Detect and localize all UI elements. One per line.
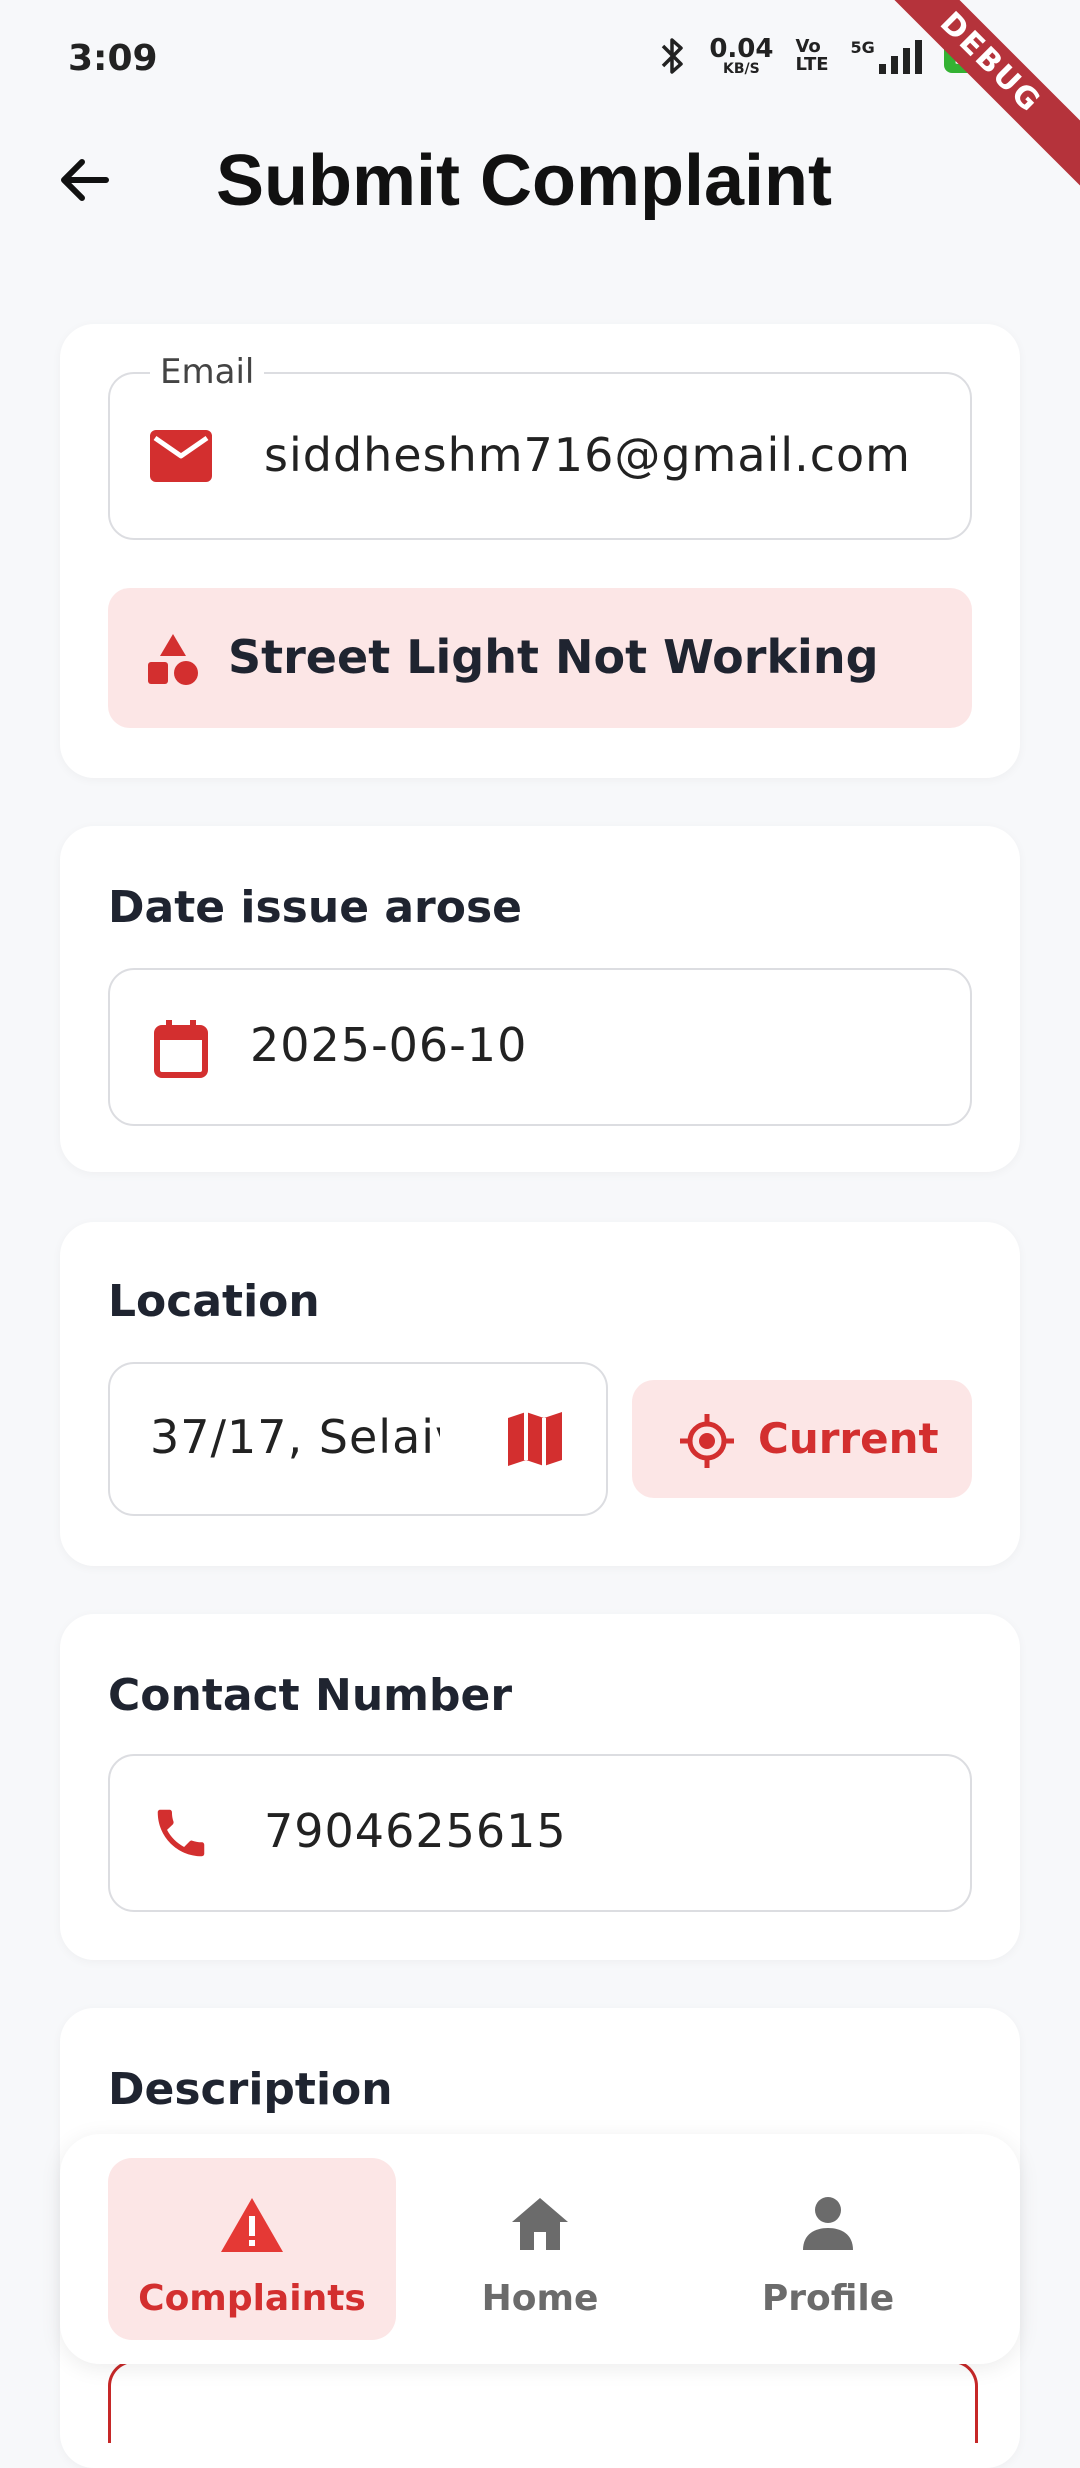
email-field-label: Email	[150, 352, 265, 392]
bottom-nav: Complaints Home Profile	[60, 2134, 1020, 2364]
warning-icon	[221, 2198, 283, 2252]
email-card: Email siddheshm716@gmail.com Street Ligh…	[60, 324, 1020, 778]
status-bar: 3:09 0.04 KB/S Vo LTE 5G 39 DEBUG	[0, 0, 1080, 193]
description-input[interactable]	[108, 2360, 978, 2443]
arrow-left-icon[interactable]	[52, 148, 116, 212]
signal-icon: 5G	[851, 38, 922, 74]
email-field[interactable]: Email siddheshm716@gmail.com	[108, 352, 972, 540]
date-field[interactable]: 2025-06-10	[108, 968, 972, 1126]
current-button-label: Current	[758, 1414, 939, 1463]
email-value: siddheshm716@gmail.com	[264, 428, 911, 482]
nav-item-complaints[interactable]: Complaints	[108, 2158, 396, 2340]
description-label: Description	[108, 2064, 393, 2115]
network-speed: 0.04 KB/S	[709, 34, 774, 77]
my-location-icon	[680, 1414, 734, 1468]
location-input[interactable]: 37/17, Selaiva	[108, 1362, 608, 1516]
calendar-icon	[154, 1020, 208, 1078]
date-label: Date issue arose	[108, 882, 523, 933]
phone-icon	[157, 1809, 205, 1857]
date-value: 2025-06-10	[250, 1018, 528, 1072]
contact-label: Contact Number	[108, 1670, 513, 1721]
nav-label-home: Home	[481, 2278, 599, 2319]
status-time: 3:09	[68, 38, 158, 79]
location-card: Location 37/17, Selaiva Current	[60, 1222, 1020, 1566]
person-icon	[803, 2197, 853, 2250]
map-icon[interactable]	[506, 1410, 564, 1468]
contact-card: Contact Number 7904625615	[60, 1614, 1020, 1960]
location-value: 37/17, Selaiva	[150, 1410, 440, 1464]
contact-field[interactable]: 7904625615	[108, 1754, 972, 1912]
category-chip[interactable]: Street Light Not Working	[108, 588, 972, 728]
nav-item-profile[interactable]: Profile	[684, 2158, 972, 2340]
home-icon	[512, 2198, 568, 2250]
nav-label-profile: Profile	[761, 2278, 895, 2319]
volte-indicator: Vo LTE	[795, 36, 829, 75]
category-label: Street Light Not Working	[228, 630, 879, 684]
bluetooth-icon	[662, 38, 684, 74]
nav-label-complaints: Complaints	[138, 2278, 366, 2319]
category-icon	[148, 634, 198, 685]
app-bar: Submit Complaint	[0, 120, 1080, 270]
nav-item-home[interactable]: Home	[396, 2158, 684, 2340]
contact-value: 7904625615	[264, 1804, 567, 1858]
mail-icon	[150, 430, 212, 482]
page-title: Submit Complaint	[216, 141, 832, 221]
date-card: Date issue arose 2025-06-10	[60, 826, 1020, 1172]
location-label: Location	[108, 1276, 320, 1327]
current-location-button[interactable]: Current	[632, 1380, 972, 1498]
